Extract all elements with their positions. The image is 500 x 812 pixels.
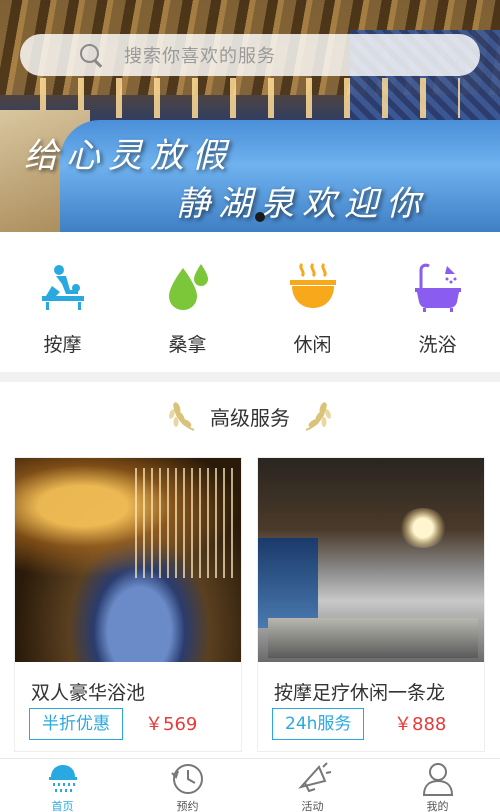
search-icon	[78, 42, 104, 68]
tab-profile[interactable]: 我的	[375, 759, 500, 812]
promo-tag: 24h服务	[272, 708, 365, 740]
bottom-tab-bar: 首页 预约 活动 我的	[0, 758, 500, 812]
tab-label: 预约	[176, 800, 199, 812]
tab-home[interactable]: 首页	[0, 759, 125, 812]
bathtub-icon	[411, 260, 465, 314]
service-name: 双人豪华浴池	[31, 682, 146, 704]
category-label: 桑拿	[168, 334, 207, 356]
category-leisure[interactable]: 休闲	[250, 232, 375, 372]
megaphone-icon	[293, 761, 333, 797]
category-massage[interactable]: 按摩	[0, 232, 125, 372]
banner-slogan-line1: 给心灵放假	[24, 136, 234, 176]
category-label: 洗浴	[418, 334, 457, 356]
tab-label: 活动	[301, 800, 324, 812]
service-card[interactable]: 按摩足疗休闲一条龙 24h服务 ￥888	[257, 457, 485, 752]
tab-activity[interactable]: 活动	[250, 759, 375, 812]
laurel-left-icon	[168, 400, 198, 432]
tab-label: 首页	[51, 800, 74, 812]
search-bar[interactable]: 搜索你喜欢的服务	[20, 34, 480, 76]
clock-icon	[168, 761, 208, 797]
carousel-indicator-dot[interactable]	[255, 212, 265, 222]
section-header: 高级服务	[0, 396, 500, 436]
banner-image-lights	[40, 78, 460, 118]
tab-booking[interactable]: 预约	[125, 759, 250, 812]
section-title: 高级服务	[210, 405, 290, 430]
water-drops-icon	[161, 260, 215, 314]
category-label: 休闲	[293, 334, 332, 356]
promo-tag: 半折优惠	[29, 708, 123, 740]
massage-icon	[36, 260, 90, 314]
photo-window	[258, 538, 318, 628]
search-placeholder: 搜索你喜欢的服务	[124, 46, 276, 67]
service-photo	[15, 458, 241, 662]
tab-label: 我的	[426, 800, 449, 812]
service-price: ￥888	[394, 714, 447, 735]
photo-chandelier	[398, 508, 448, 548]
banner-slogan-line2: 静湖泉欢迎你	[176, 184, 428, 224]
hero-banner[interactable]: 给心灵放假 静湖泉欢迎你 搜索你喜欢的服务	[0, 0, 500, 232]
category-grid: 按摩 桑拿 休闲 洗浴	[0, 232, 500, 372]
service-name: 按摩足疗休闲一条龙	[274, 682, 446, 704]
photo-crystal-curtain	[135, 468, 235, 578]
home-shower-icon	[43, 761, 83, 797]
hot-bowl-icon	[286, 260, 340, 314]
category-sauna[interactable]: 桑拿	[125, 232, 250, 372]
service-card[interactable]: 双人豪华浴池 半折优惠 ￥569	[14, 457, 242, 752]
category-label: 按摩	[43, 334, 82, 356]
section-divider	[0, 372, 500, 382]
user-icon	[418, 761, 458, 797]
laurel-right-icon	[302, 400, 332, 432]
category-bath[interactable]: 洗浴	[375, 232, 500, 372]
service-price: ￥569	[145, 714, 198, 735]
service-photo	[258, 458, 484, 662]
photo-pool	[268, 618, 478, 658]
